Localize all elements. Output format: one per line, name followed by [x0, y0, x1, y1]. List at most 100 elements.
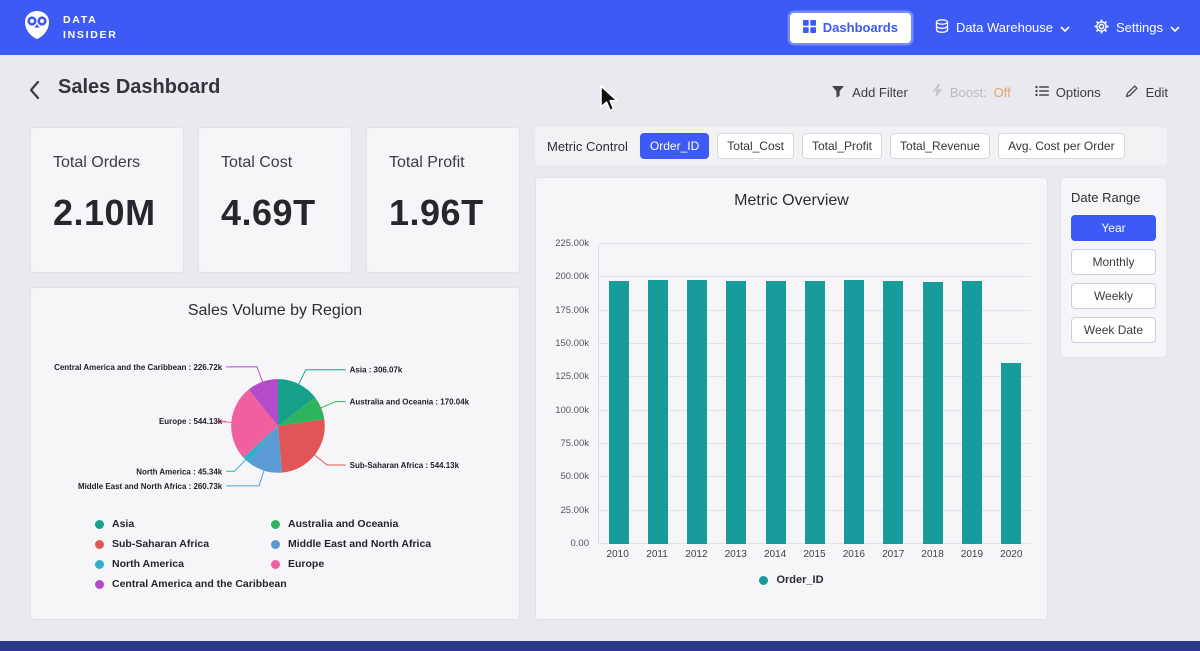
- metric-buttons: Order_ID Total_Cost Total_Profit Total_Reve…: [640, 133, 1125, 159]
- bar-2018[interactable]: [923, 282, 943, 544]
- x-tick-label: 2018: [913, 549, 952, 560]
- kpi-value: 1.96T: [389, 192, 497, 234]
- data-warehouse-menu[interactable]: Data Warehouse: [935, 19, 1070, 37]
- legend-item-australia-and-oceania[interactable]: Australia and Oceania: [271, 518, 519, 530]
- bar-2015[interactable]: [805, 281, 825, 544]
- mouse-cursor: [598, 84, 620, 114]
- add-filter-button[interactable]: Add Filter: [831, 85, 908, 101]
- x-tick-label: 2015: [795, 549, 834, 560]
- brand-logo[interactable]: DATA INSIDER: [20, 10, 118, 45]
- settings-menu[interactable]: Settings: [1094, 19, 1180, 37]
- options-button[interactable]: Options: [1035, 85, 1101, 100]
- kpi-label: Total Orders: [53, 154, 161, 172]
- legend-dot: [95, 540, 104, 549]
- bar-2017[interactable]: [883, 281, 903, 544]
- metric-button-order-id[interactable]: Order_ID: [640, 133, 709, 159]
- legend-label: North America: [112, 558, 184, 570]
- data-warehouse-label: Data Warehouse: [956, 20, 1053, 35]
- legend-dot: [271, 560, 280, 569]
- lightning-bolt-icon: [932, 84, 943, 101]
- pie-slice-sub-saharan-africa[interactable]: [278, 419, 325, 472]
- bar-column: [717, 244, 756, 544]
- x-tick-label: 2011: [637, 549, 676, 560]
- bar-chart: 0.0025.00k50.00k75.00k100.00k125.00k150.…: [552, 244, 1031, 544]
- bar-2013[interactable]: [726, 281, 746, 544]
- pie-leader-line: [226, 367, 263, 383]
- bar-2019[interactable]: [962, 281, 982, 544]
- metric-overview-card: Metric Overview 0.0025.00k50.00k75.00k10…: [535, 177, 1048, 620]
- legend-item-middle-east-and-north-africa[interactable]: Middle East and North Africa: [271, 538, 519, 550]
- bar-2016[interactable]: [844, 280, 864, 544]
- legend-label: Europe: [288, 558, 324, 570]
- legend-item-asia[interactable]: Asia: [95, 518, 271, 530]
- pie-chart: Asia : 306.07kAustralia and Oceania : 17…: [31, 336, 519, 508]
- legend-dot: [759, 576, 768, 585]
- legend-item-north-america[interactable]: North America: [95, 558, 271, 570]
- x-tick-label: 2019: [952, 549, 991, 560]
- pie-label-sub-saharan-africa: Sub-Saharan Africa : 544.13k: [350, 461, 460, 470]
- legend-dot: [95, 580, 104, 589]
- date-range-button-year[interactable]: Year: [1071, 215, 1156, 241]
- legend-item-sub-saharan-africa[interactable]: Sub-Saharan Africa: [95, 538, 271, 550]
- y-tick-label: 50.00k: [560, 471, 589, 482]
- brand-text: DATA INSIDER: [63, 13, 118, 41]
- pie-leader-line: [226, 459, 246, 471]
- boost-toggle[interactable]: Boost: Off: [932, 84, 1011, 101]
- y-tick-label: 125.00k: [555, 371, 589, 382]
- bar-2010[interactable]: [609, 281, 629, 544]
- sales-dashboard-page: DATA INSIDER Dashboards Data Warehouse: [0, 0, 1200, 651]
- kpi-value: 4.69T: [221, 192, 329, 234]
- kpi-card-total-orders: Total Orders 2.10M: [30, 127, 184, 273]
- plot-area: [598, 244, 1031, 544]
- legend-label: Middle East and North Africa: [288, 538, 431, 550]
- bar-column: [599, 244, 638, 544]
- edit-button[interactable]: Edit: [1125, 84, 1168, 101]
- bar-2014[interactable]: [766, 281, 786, 544]
- edit-label: Edit: [1146, 85, 1168, 100]
- legend-item-europe[interactable]: Europe: [271, 558, 519, 570]
- x-tick-label: 2020: [992, 549, 1031, 560]
- date-range-button-monthly[interactable]: Monthly: [1071, 249, 1156, 275]
- metric-button-total-cost[interactable]: Total_Cost: [717, 133, 794, 159]
- chevron-left-icon: [28, 88, 40, 103]
- legend-item-central-america-and-the-caribbean[interactable]: Central America and the Caribbean: [95, 578, 271, 590]
- date-range-button-weekly[interactable]: Weekly: [1071, 283, 1156, 309]
- legend-dot: [271, 540, 280, 549]
- kpi-value: 2.10M: [53, 192, 161, 234]
- date-range-panel: Date Range YearMonthlyWeeklyWeek Date: [1060, 177, 1167, 358]
- gear-icon: [1094, 19, 1109, 37]
- footer-strip: [0, 641, 1200, 651]
- pie-label-middle-east-and-north-africa: Middle East and North Africa : 260.73k: [78, 482, 223, 491]
- header-actions: Add Filter Boost: Off Options Edit: [831, 84, 1168, 101]
- metric-button-avg-cost-per-order[interactable]: Avg. Cost per Order: [998, 133, 1125, 159]
- bar-2020[interactable]: [1001, 363, 1021, 544]
- legend-dot: [95, 560, 104, 569]
- pie-leader-line: [298, 370, 345, 385]
- options-label: Options: [1056, 85, 1101, 100]
- bar-2012[interactable]: [687, 280, 707, 544]
- database-icon: [935, 19, 949, 37]
- kpi-label: Total Profit: [389, 154, 497, 172]
- kpi-row: Total Orders 2.10M Total Cost 4.69T Tota…: [30, 127, 520, 273]
- bar-column: [795, 244, 834, 544]
- date-range-button-week-date[interactable]: Week Date: [1071, 317, 1156, 343]
- add-filter-label: Add Filter: [852, 85, 908, 100]
- legend-label: Order_ID: [776, 574, 823, 586]
- x-tick-label: 2017: [874, 549, 913, 560]
- pie-leader-line: [314, 454, 346, 465]
- metric-button-total-revenue[interactable]: Total_Revenue: [890, 133, 990, 159]
- pie-label-asia: Asia : 306.07k: [350, 366, 403, 375]
- metric-button-total-profit[interactable]: Total_Profit: [802, 133, 882, 159]
- back-button[interactable]: [28, 80, 40, 103]
- y-tick-label: 175.00k: [555, 305, 589, 316]
- page-title: Sales Dashboard: [58, 76, 220, 99]
- brand-line2: INSIDER: [63, 28, 118, 42]
- bar-column: [992, 244, 1031, 544]
- bar-2011[interactable]: [648, 280, 668, 544]
- x-tick-label: 2012: [677, 549, 716, 560]
- y-tick-label: 225.00k: [555, 238, 589, 249]
- kpi-label: Total Cost: [221, 154, 329, 172]
- x-tick-label: 2013: [716, 549, 755, 560]
- dashboards-button[interactable]: Dashboards: [790, 13, 911, 43]
- pie-leader-line: [320, 402, 345, 409]
